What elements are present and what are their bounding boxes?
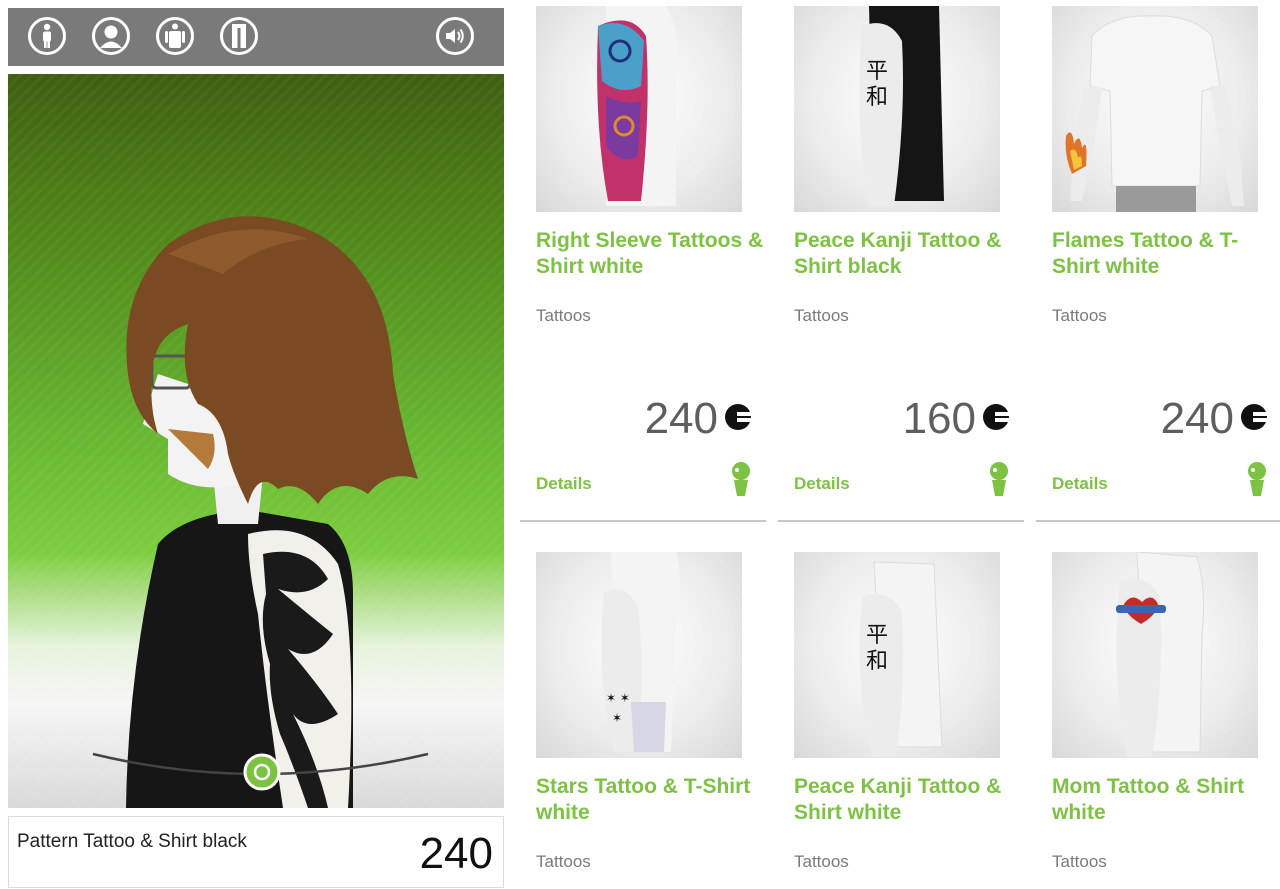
product-title[interactable]: Peace Kanji Tattoo & Shirt black xyxy=(794,228,1022,292)
avatar-preview xyxy=(8,74,504,808)
card-divider xyxy=(1036,520,1280,522)
product-title[interactable]: Mom Tattoo & Shirt white xyxy=(1052,774,1280,838)
product-price: 160 xyxy=(902,394,976,443)
rotate-handle[interactable] xyxy=(243,752,281,792)
product-category: Tattoos xyxy=(794,306,849,325)
product-price: 240 xyxy=(1160,394,1234,443)
microsoft-points-icon xyxy=(1240,403,1269,436)
svg-text:平: 平 xyxy=(866,623,888,648)
product-category: Tattoos xyxy=(794,852,849,871)
card-divider xyxy=(520,520,766,522)
product-title[interactable]: Flames Tattoo & T-Shirt white xyxy=(1052,228,1280,292)
price-row: 160 xyxy=(902,394,1011,444)
product-thumbnail[interactable]: 平 和 xyxy=(794,6,1000,212)
details-link[interactable]: Details xyxy=(1052,474,1108,494)
product-category: Tattoos xyxy=(536,852,591,871)
body-avatar-icon[interactable] xyxy=(156,17,194,55)
product-card[interactable]: 平 和 Peace Kanji Tattoo & Shirt white Tat… xyxy=(778,552,1026,889)
details-link[interactable]: Details xyxy=(536,474,592,494)
microsoft-points-icon xyxy=(982,403,1011,436)
avatar-toolbar xyxy=(8,8,504,66)
svg-text:✶ ✶: ✶ ✶ xyxy=(606,691,630,705)
product-card[interactable]: Mom Tattoo & Shirt white Tattoos xyxy=(1036,552,1280,889)
product-price: 240 xyxy=(644,394,718,443)
selected-item-price: 240 xyxy=(419,829,493,878)
card-divider xyxy=(778,520,1024,522)
product-category: Tattoos xyxy=(536,306,591,325)
product-title[interactable]: Stars Tattoo & T-Shirt white xyxy=(536,774,764,838)
product-thumbnail[interactable] xyxy=(1052,552,1258,758)
svg-text:平: 平 xyxy=(866,59,888,84)
price-row: 240 xyxy=(1160,394,1269,444)
speaker-icon[interactable] xyxy=(436,17,474,55)
product-thumbnail[interactable] xyxy=(536,6,742,212)
svg-text:和: 和 xyxy=(866,85,888,110)
price-row: 240 xyxy=(644,394,753,444)
microsoft-points-icon xyxy=(724,403,753,436)
product-title[interactable]: Right Sleeve Tattoos & Shirt white xyxy=(536,228,764,292)
try-on-avatar-icon[interactable] xyxy=(988,462,1010,501)
product-card[interactable]: ✶ ✶ ✶ Stars Tattoo & T-Shirt white Tatto… xyxy=(520,552,768,889)
product-thumbnail[interactable] xyxy=(1052,6,1258,212)
avatar-figure xyxy=(92,216,429,808)
try-on-avatar-icon[interactable] xyxy=(1246,462,1268,501)
product-card[interactable]: 平 和 Peace Kanji Tattoo & Shirt black Tat… xyxy=(778,6,1026,522)
product-card[interactable]: Right Sleeve Tattoos & Shirt white Tatto… xyxy=(520,6,768,522)
head-avatar-icon[interactable] xyxy=(92,17,130,55)
product-thumbnail[interactable]: ✶ ✶ ✶ xyxy=(536,552,742,758)
selected-item-bar: Pattern Tattoo & Shirt black 240 xyxy=(8,816,504,888)
try-on-avatar-icon[interactable] xyxy=(730,462,752,501)
product-title[interactable]: Peace Kanji Tattoo & Shirt white xyxy=(794,774,1022,838)
svg-text:✶: ✶ xyxy=(612,711,622,725)
details-link[interactable]: Details xyxy=(794,474,850,494)
product-category: Tattoos xyxy=(1052,306,1107,325)
legs-avatar-icon[interactable] xyxy=(220,17,258,55)
svg-text:和: 和 xyxy=(866,649,888,674)
product-card[interactable]: Flames Tattoo & T-Shirt white Tattoos 24… xyxy=(1036,6,1280,522)
product-category: Tattoos xyxy=(1052,852,1107,871)
product-thumbnail[interactable]: 平 和 xyxy=(794,552,1000,758)
standing-avatar-icon[interactable] xyxy=(28,17,66,55)
selected-item-name: Pattern Tattoo & Shirt black xyxy=(17,831,247,852)
